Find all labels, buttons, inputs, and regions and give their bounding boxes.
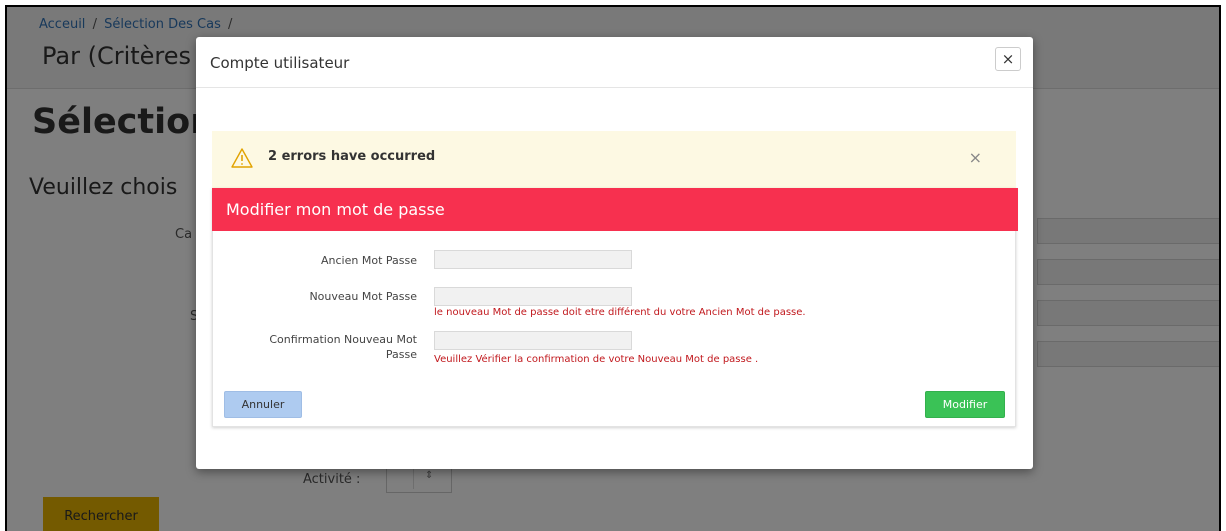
confirm-password-label: Confirmation Nouveau Mot Passe <box>269 333 417 361</box>
alert-close-icon[interactable]: × <box>969 148 982 167</box>
modal-header: Compte utilisateur × <box>196 37 1033 88</box>
alert-message: 2 errors have occurred <box>268 149 436 164</box>
modal-title: Compte utilisateur <box>210 54 350 72</box>
submit-button[interactable]: Modifier <box>925 391 1005 418</box>
new-password-label: Nouveau Mot Passe <box>309 290 417 303</box>
old-password-label: Ancien Mot Passe <box>321 254 417 267</box>
confirm-password-error: Veuillez Vérifier la confirmation de vot… <box>434 354 759 365</box>
old-password-input[interactable] <box>434 250 632 269</box>
app-frame: Acceuil / Sélection Des Cas / Par (Critè… <box>5 5 1221 531</box>
new-password-input[interactable] <box>434 287 632 306</box>
panel-header: Modifier mon mot de passe <box>212 188 1018 231</box>
user-account-modal: Compte utilisateur × 2 errors have occur… <box>196 37 1033 469</box>
cancel-button[interactable]: Annuler <box>224 391 302 418</box>
error-alert: 2 errors have occurred × <box>212 131 1016 189</box>
warning-icon <box>231 148 253 172</box>
change-password-panel: Modifier mon mot de passe Ancien Mot Pas… <box>212 188 1018 427</box>
confirm-password-input[interactable] <box>434 331 632 350</box>
panel-title: Modifier mon mot de passe <box>226 200 445 219</box>
close-icon[interactable]: × <box>995 47 1021 71</box>
new-password-error: le nouveau Mot de passe doit etre différ… <box>434 307 806 318</box>
